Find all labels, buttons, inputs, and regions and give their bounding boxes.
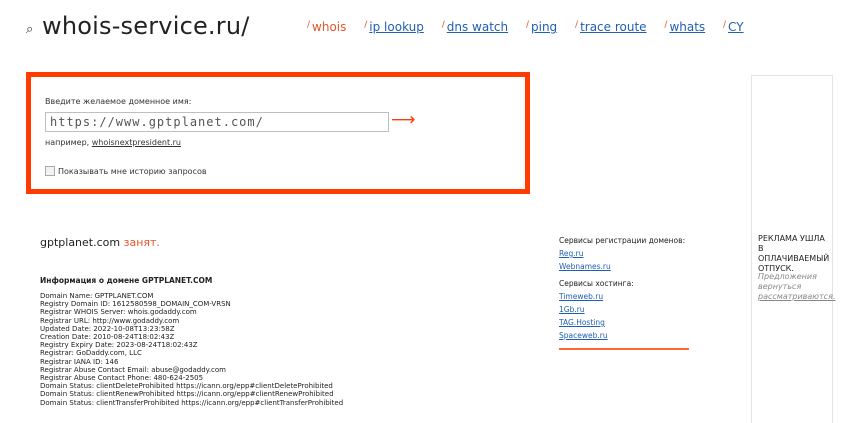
whois-line: Domain Status: clientDeleteProhibited ht… — [40, 382, 333, 391]
reg-link[interactable]: Reg.ru — [559, 249, 685, 258]
services-panel: Сервисы регистрации доменов: Reg.ru Webn… — [559, 236, 685, 344]
top-nav: / whois / ip lookup / dns watch / ping / trac… — [307, 20, 758, 34]
whois-line: Registrar WHOIS Server: whois.godaddy.co… — [40, 308, 197, 317]
whois-record: Domain Name: GPTPLANET.COM Registry Doma… — [40, 292, 343, 407]
nav-item-ping[interactable]: / ping — [526, 20, 557, 34]
hosting-link[interactable]: TAG.Hosting — [559, 318, 685, 327]
nav-item-ip-lookup[interactable]: / ip lookup — [364, 20, 424, 34]
example-link[interactable]: whoisnextpresident.ru — [92, 138, 181, 147]
hosting-link[interactable]: Spaceweb.ru — [559, 331, 685, 340]
whois-line: Registry Domain ID: 1612580598_DOMAIN_CO… — [40, 300, 231, 309]
whois-line: Registrar Abuse Contact Phone: 480-624-2… — [40, 374, 204, 383]
whois-line: Updated Date: 2022-10-08T13:23:58Z — [40, 324, 175, 333]
domain-busy-label: занят. — [123, 236, 160, 249]
whois-line: Registrar IANA ID: 146 — [40, 357, 119, 366]
domain-status: gptplanet.com занят. — [40, 236, 160, 249]
nav-item-dns-watch[interactable]: / dns watch — [442, 20, 508, 34]
search-icon: ⌕ — [26, 22, 34, 37]
ad-panel: РЕКЛАМА УШЛА В ОПЛАЧИВАЕМЫЙ ОТПУСК. Пред… — [751, 75, 836, 423]
nav-item-trace-route[interactable]: / trace route — [575, 20, 647, 34]
search-panel: Введите желаемое доменное имя: ⟶ наприме… — [26, 72, 530, 194]
whois-line: Registrar URL: http://www.godaddy.com — [40, 316, 180, 325]
reg-services-title: Сервисы регистрации доменов: — [559, 236, 686, 245]
nav-item-whats[interactable]: / whats — [664, 20, 705, 34]
hosting-block: Сервисы хостинга: Timeweb.ru 1Gb.ru TAG.… — [559, 279, 685, 340]
submit-arrow-icon[interactable]: ⟶ — [391, 110, 415, 130]
ad-title: РЕКЛАМА УШЛА В ОПЛАЧИВАЕМЫЙ ОТПУСК. — [758, 234, 830, 273]
ad-link[interactable]: рассматриваются. — [758, 292, 835, 301]
whois-line: Registry Expiry Date: 2023-08-24T18:02:4… — [40, 341, 198, 350]
whois-line: Registrar: GoDaddy.com, LLC — [40, 349, 142, 358]
history-label: Показывать мне историю запросов — [58, 166, 207, 176]
whois-line: Creation Date: 2010-08-24T18:02:43Z — [40, 333, 175, 342]
whois-line: Domain Status: clientRenewProhibited htt… — [40, 390, 334, 399]
whois-line: Registrar Abuse Contact Email: abuse@god… — [40, 365, 227, 374]
ad-subtext: Предложения вернуться рассматриваются. — [758, 272, 836, 301]
hosting-link[interactable]: Timeweb.ru — [559, 292, 685, 301]
hosting-services-title: Сервисы хостинга: — [559, 279, 634, 288]
domain-search-input[interactable] — [45, 112, 389, 132]
whois-line: Domain Name: GPTPLANET.COM — [40, 292, 154, 300]
nav-item-cy[interactable]: / CY — [723, 20, 744, 34]
example-hint: например, whoisnextpresident.ru — [45, 138, 181, 147]
services-divider — [559, 348, 689, 350]
hosting-link[interactable]: 1Gb.ru — [559, 305, 685, 314]
history-checkbox[interactable] — [45, 166, 55, 176]
site-header: ⌕ whois-service.ru/ / whois / ip lookup / d… — [26, 12, 826, 46]
domain-info-title: Информация о домене GPTPLANET.COM — [40, 276, 213, 285]
nav-item-whois[interactable]: / whois — [307, 20, 346, 34]
history-toggle[interactable]: Показывать мне историю запросов — [45, 166, 207, 176]
site-logo[interactable]: whois-service.ru/ — [42, 12, 250, 40]
search-label: Введите желаемое доменное имя: — [45, 97, 192, 106]
domain-name: gptplanet.com — [40, 236, 121, 249]
reg-link[interactable]: Webnames.ru — [559, 262, 685, 271]
whois-line: Domain Status: clientTransferProhibited … — [40, 398, 344, 407]
